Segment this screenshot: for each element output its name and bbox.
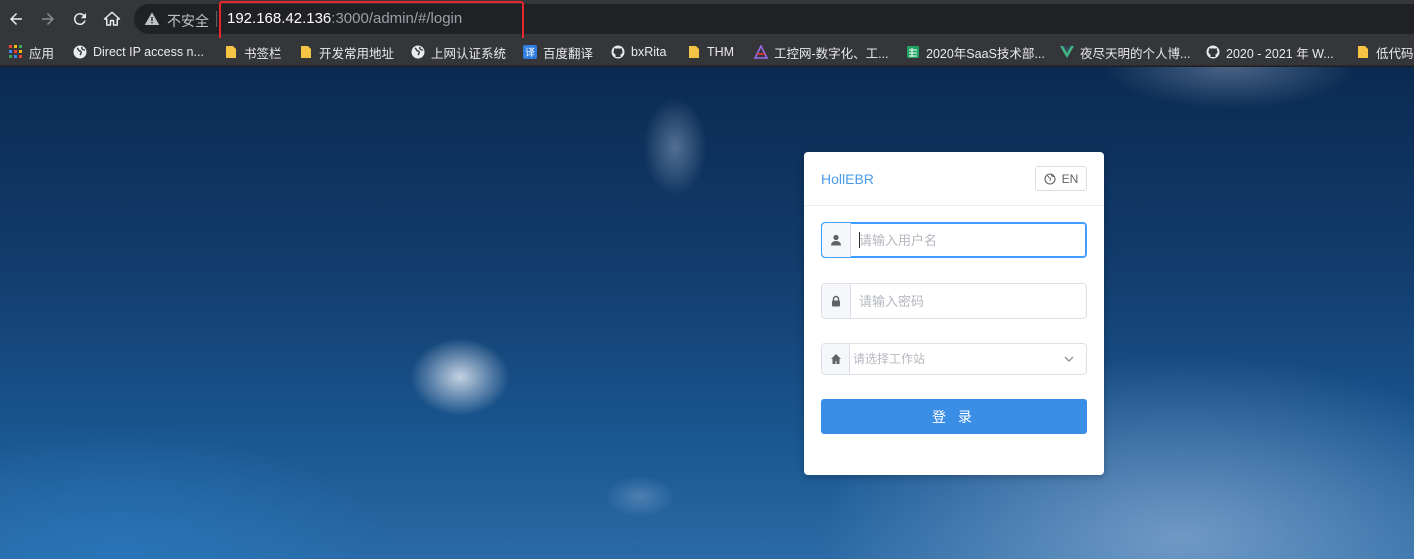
translate-icon: 译 bbox=[523, 45, 537, 59]
globe-icon bbox=[73, 45, 87, 59]
bookmark-folder-bookmarks[interactable]: 书签栏 bbox=[224, 43, 282, 61]
brand-title: HollEBR bbox=[821, 171, 874, 187]
password-input[interactable] bbox=[852, 284, 1086, 318]
forward-button[interactable] bbox=[38, 9, 58, 29]
address-divider bbox=[216, 11, 217, 27]
bookmark-folder-dev[interactable]: 开发常用地址 bbox=[299, 43, 394, 61]
folder-icon bbox=[1358, 46, 1368, 58]
workstation-prefix bbox=[822, 344, 850, 374]
bookmark-direct-ip[interactable]: Direct IP access n... bbox=[73, 43, 204, 61]
bookmark-folder-lowcode[interactable]: 低代码 bbox=[1356, 43, 1414, 61]
page-background bbox=[0, 67, 1414, 559]
globe-icon bbox=[1044, 172, 1056, 185]
username-prefix bbox=[822, 223, 851, 257]
text-caret bbox=[859, 232, 860, 248]
bookmark-label: 上网认证系统 bbox=[431, 46, 507, 61]
reload-icon bbox=[73, 13, 86, 26]
github-icon bbox=[611, 45, 625, 59]
arrow-left-icon bbox=[10, 13, 22, 25]
folder-icon bbox=[689, 46, 699, 58]
bookmark-blog[interactable]: 夜尽天明的个人博... bbox=[1060, 43, 1190, 61]
bookmarks-bar: 应用 Direct IP access n... 书签栏 开发常用地址 上网认证… bbox=[0, 38, 1414, 66]
bookmark-label: 夜尽天明的个人博... bbox=[1080, 46, 1191, 61]
svg-text:译: 译 bbox=[525, 47, 535, 59]
login-card: HollEBR EN 请选择工作站 登 录 bbox=[804, 152, 1104, 475]
language-switch-button[interactable]: EN bbox=[1035, 166, 1087, 191]
github-icon bbox=[1206, 45, 1220, 59]
workstation-placeholder: 请选择工作站 bbox=[853, 352, 926, 366]
bookmark-folder-thm[interactable]: THM bbox=[687, 43, 734, 61]
password-field[interactable] bbox=[821, 283, 1087, 319]
sheet-icon bbox=[907, 46, 919, 58]
bookmark-gkong[interactable]: 工控网-数字化、工... bbox=[754, 43, 889, 61]
arrow-right-icon bbox=[42, 13, 54, 25]
bookmark-label: 2020年SaaS技术部... bbox=[926, 46, 1045, 61]
login-card-header: HollEBR EN bbox=[804, 152, 1104, 206]
bookmark-apps[interactable]: 应用 bbox=[9, 43, 54, 61]
bookmark-label: 开发常用地址 bbox=[319, 46, 395, 61]
chevron-down-icon bbox=[1064, 356, 1074, 362]
home-icon bbox=[103, 11, 121, 26]
bookmark-label: 工控网-数字化、工... bbox=[774, 46, 889, 61]
bookmark-auth-system[interactable]: 上网认证系统 bbox=[411, 43, 506, 61]
lock-icon bbox=[832, 295, 840, 307]
language-label: EN bbox=[1061, 171, 1079, 186]
bookmark-label: Direct IP access n... bbox=[93, 45, 204, 59]
home-button[interactable] bbox=[102, 9, 122, 29]
bookmark-label: bxRita bbox=[631, 45, 667, 59]
workstation-select[interactable]: 请选择工作站 bbox=[821, 343, 1087, 375]
username-field[interactable] bbox=[821, 222, 1087, 258]
bookmark-label: 2020 - 2021 年 W... bbox=[1226, 46, 1334, 61]
bookmark-label: 百度翻译 bbox=[543, 46, 594, 61]
vue-icon bbox=[1060, 46, 1074, 58]
folder-icon bbox=[226, 46, 236, 58]
folder-icon bbox=[301, 46, 311, 58]
security-status[interactable]: 不安全 bbox=[167, 11, 209, 31]
home-icon bbox=[830, 354, 841, 364]
bookmark-label: 应用 bbox=[29, 46, 55, 61]
site-logo-icon bbox=[754, 45, 768, 59]
user-icon bbox=[831, 234, 841, 246]
apps-grid-icon bbox=[9, 45, 22, 58]
password-prefix bbox=[822, 284, 851, 318]
bookmark-2020-2021[interactable]: 2020 - 2021 年 W... bbox=[1206, 43, 1334, 61]
globe-icon bbox=[411, 45, 425, 59]
reload-button[interactable] bbox=[70, 9, 90, 29]
bookmark-label: 低代码 bbox=[1376, 46, 1414, 61]
browser-toolbar: 不安全 192.168.42.136:3000/admin/#/login bbox=[0, 0, 1414, 45]
back-button[interactable] bbox=[6, 9, 26, 29]
username-input[interactable] bbox=[852, 223, 1086, 257]
bookmark-label: THM bbox=[707, 45, 735, 59]
bookmark-saas-sheet[interactable]: 2020年SaaS技术部... bbox=[906, 43, 1045, 61]
bookmark-label: 书签栏 bbox=[244, 46, 282, 61]
bookmark-bxrita[interactable]: bxRita bbox=[611, 43, 666, 61]
warning-icon bbox=[144, 12, 160, 25]
login-button[interactable]: 登 录 bbox=[821, 399, 1087, 434]
bookmark-baidu-translate[interactable]: 译 百度翻译 bbox=[523, 43, 593, 61]
